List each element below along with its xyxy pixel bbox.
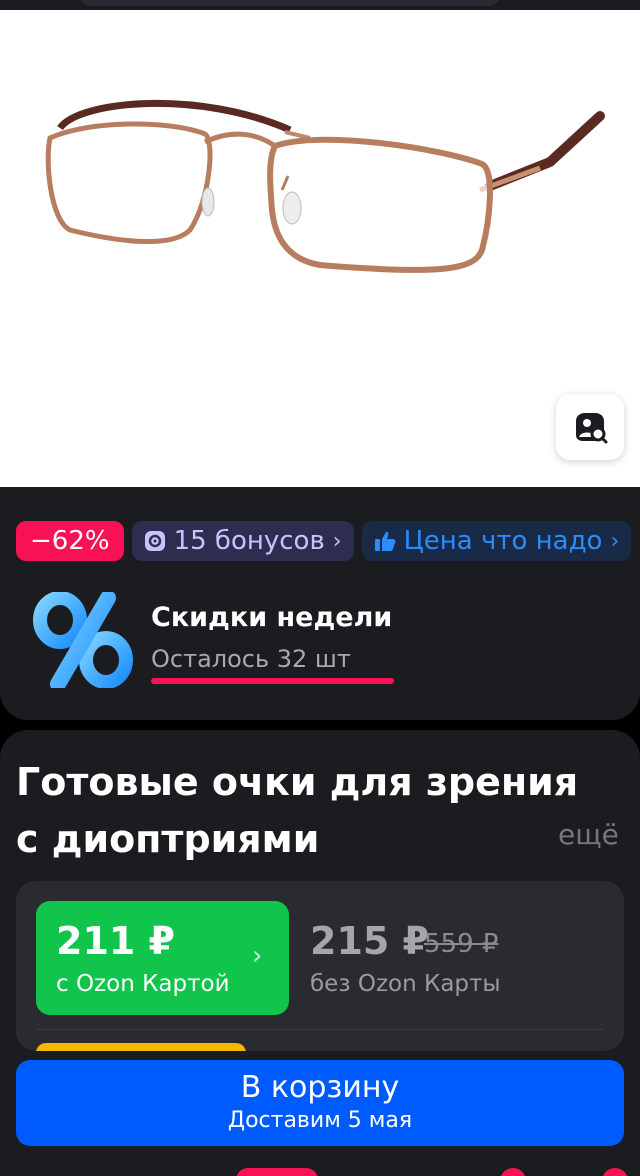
add-to-cart-label: В корзину bbox=[240, 1070, 400, 1105]
visual-search-button[interactable] bbox=[556, 394, 624, 460]
thumbs-up-icon bbox=[374, 530, 396, 552]
camera-search-icon bbox=[576, 413, 608, 444]
delivery-date: Доставим 5 мая bbox=[227, 1108, 413, 1133]
price-block: 211 ₽ с Ozon Картой › 215 ₽ 559 ₽ без Oz… bbox=[16, 881, 624, 1051]
bonus-label: 15 бонусов bbox=[173, 526, 325, 556]
add-to-cart-button[interactable]: В корзину Доставим 5 мая bbox=[16, 1060, 624, 1146]
stock-remaining: Осталось 32 шт bbox=[151, 645, 351, 673]
regular-price-label: без Ozon Карты bbox=[310, 971, 501, 997]
installment-badge-peek[interactable] bbox=[36, 1043, 246, 1051]
top-search-strip bbox=[0, 0, 640, 10]
percent-icon bbox=[33, 592, 133, 688]
divider bbox=[36, 1029, 604, 1030]
nav-badge-peek bbox=[236, 1168, 318, 1176]
price-tag-badge[interactable]: Цена что надо › bbox=[361, 521, 632, 561]
chevron-right-icon: › bbox=[252, 941, 263, 971]
bottom-nav-peek bbox=[0, 1162, 640, 1176]
discount-badge: −62% bbox=[16, 521, 124, 561]
promo-title[interactable]: Скидки недели bbox=[151, 602, 392, 633]
nav-badge-dot bbox=[500, 1168, 526, 1176]
regular-price: 215 ₽ bbox=[310, 919, 429, 963]
discount-value: −62% bbox=[30, 526, 110, 556]
chevron-right-icon: › bbox=[610, 528, 620, 554]
badge-row: −62% 15 бонусов › Цена что надо › bbox=[16, 521, 640, 561]
product-title: Готовые очки для зрения с диоптриями bbox=[16, 760, 579, 861]
bonus-badge[interactable]: 15 бонусов › bbox=[131, 521, 354, 561]
search-bar-edge[interactable] bbox=[78, 0, 502, 6]
eyeglasses-photo bbox=[45, 100, 605, 273]
card-price-label: с Ozon Картой bbox=[56, 971, 230, 997]
price-tag-label: Цена что надо bbox=[403, 526, 603, 556]
chevron-right-icon: › bbox=[332, 528, 342, 554]
bonus-coin-icon bbox=[144, 530, 166, 552]
old-price: 559 ₽ bbox=[424, 929, 499, 959]
stock-progress-bar bbox=[151, 678, 394, 684]
ozon-card-price-button[interactable]: 211 ₽ с Ozon Картой › bbox=[36, 901, 289, 1015]
product-image-gallery[interactable] bbox=[0, 10, 640, 487]
card-price: 211 ₽ bbox=[56, 919, 175, 963]
more-link[interactable]: ещё bbox=[558, 818, 619, 851]
nav-badge-dot bbox=[602, 1168, 628, 1176]
